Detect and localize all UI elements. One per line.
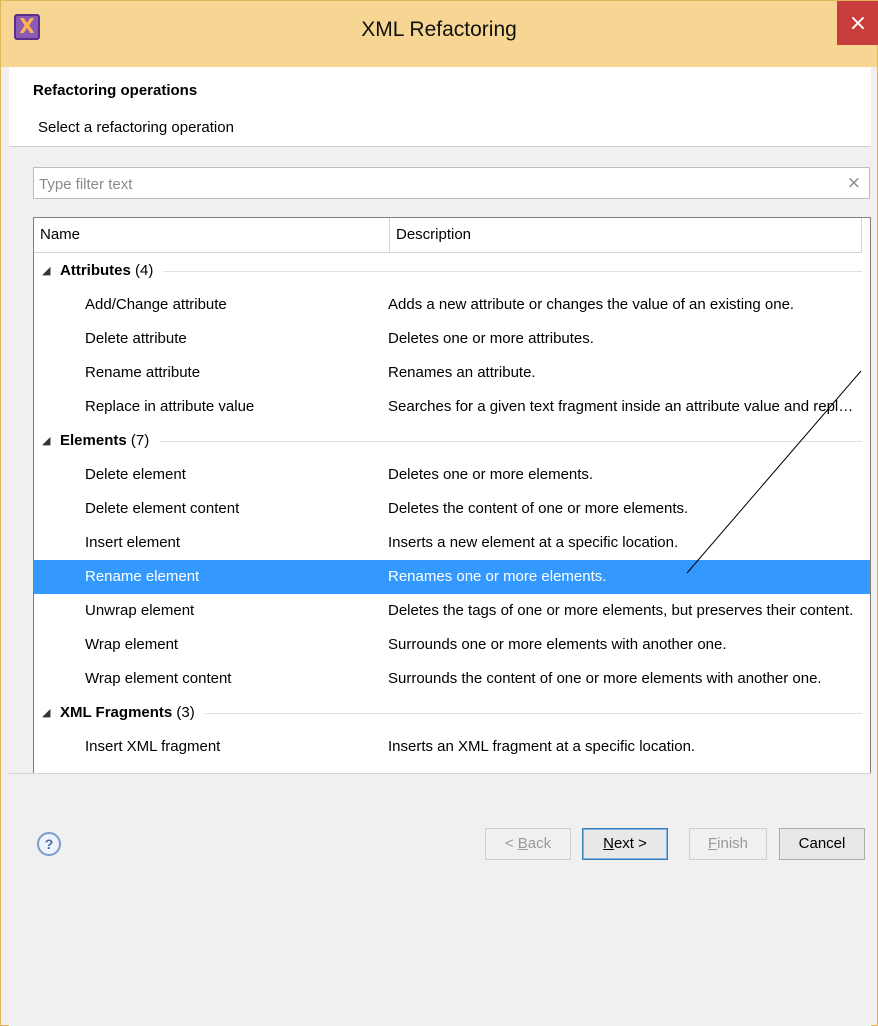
operation-description: Deletes the content of one or more eleme… <box>388 500 689 517</box>
operation-description: Renames an attribute. <box>388 364 536 381</box>
operation-description: Deletes the tags of one or more elements… <box>388 602 854 619</box>
filter-box: × <box>33 167 870 199</box>
table-header: Name Description <box>34 218 862 254</box>
operation-name: Replace in attribute value <box>85 398 255 415</box>
group-title: Attributes <box>60 262 131 279</box>
column-header-name[interactable]: Name <box>34 218 390 252</box>
operation-description: Adds a new attribute or changes the valu… <box>388 296 795 313</box>
operation-name: Insert XML fragment <box>85 738 221 755</box>
group-separator <box>205 713 862 714</box>
table-row[interactable]: Rename element Renames one or more elemen… <box>34 560 870 594</box>
group-count: (7) <box>130 432 150 449</box>
operation-description: Deletes one or more elements. <box>388 466 594 483</box>
finish-button[interactable]: Finish <box>689 828 767 860</box>
table-row[interactable]: Wrap element content Surrounds the conten… <box>34 662 870 696</box>
group-count: (3) <box>176 704 195 721</box>
table-row[interactable]: Delete attribute Deletes one or more attr… <box>34 322 870 356</box>
window-title: XML Refactoring <box>361 18 517 41</box>
group-separator <box>159 441 862 442</box>
operation-description: Surrounds the content of one or more ele… <box>388 670 822 687</box>
table-row[interactable]: Insert element Inserts a new element at a… <box>34 526 870 560</box>
table-row[interactable]: Insert XML fragment Inserts an XML fragme… <box>34 730 870 764</box>
operation-name: Rename element <box>85 568 200 585</box>
operation-description: Surrounds one or more elements with anot… <box>388 636 727 653</box>
title-bar: X XML Refactoring × <box>1 1 878 67</box>
operation-description: Inserts a new element at a specific loca… <box>388 534 679 551</box>
dialog-window: X XML Refactoring × Refactoring operatio… <box>0 0 878 1026</box>
expand-caret-icon[interactable]: ◢ <box>42 696 50 730</box>
operation-description: Renames one or more elements. <box>388 568 607 585</box>
group-row[interactable]: ◢ XML Fragments (3) <box>34 696 870 730</box>
operation-name: Delete attribute <box>85 330 187 347</box>
group-separator <box>163 271 862 272</box>
cancel-button[interactable]: Cancel <box>779 828 865 860</box>
content-area: × Name Description ◢Attributes (4)Add/Ch… <box>9 147 871 835</box>
button-bar: ? < Back Next > Finish Cancel <box>9 774 871 1026</box>
header-divider <box>34 252 862 253</box>
operation-name: Delete element <box>85 466 186 483</box>
column-header-description[interactable]: Description <box>390 218 862 252</box>
back-button[interactable]: < Back <box>485 828 571 860</box>
operation-description: Inserts an XML fragment at a specific lo… <box>388 738 696 755</box>
group-title: XML Fragments <box>60 704 173 721</box>
group-count: (4) <box>135 262 154 279</box>
wizard-header: Refactoring operations Select a refactor… <box>9 67 871 147</box>
table-row[interactable]: Add/Change attribute Adds a new attribute… <box>34 288 870 322</box>
clear-icon[interactable]: × <box>847 173 861 193</box>
operation-description: Searches for a given text fragment insid… <box>388 398 854 415</box>
group-label: XML Fragments (3) <box>60 696 195 730</box>
next-button[interactable]: Next > <box>582 828 668 860</box>
operation-name: Insert element <box>85 534 181 551</box>
header-title: Refactoring operations <box>33 82 198 99</box>
operation-name: Add/Change attribute <box>85 296 227 313</box>
operations-table: Name Description ◢ Attributes (4) Add/Chan… <box>33 217 871 835</box>
group-row[interactable]: ◢ Attributes (4) <box>34 254 870 288</box>
table-rows: ◢ Attributes (4) Add/Change attribute Adds … <box>34 254 870 832</box>
filter-input[interactable] <box>37 173 837 195</box>
operation-name: Wrap element content <box>85 670 232 687</box>
table-row[interactable]: Unwrap element Deletes the tags of one or… <box>34 594 870 628</box>
header-subtitle: Select a refactoring operation <box>38 119 234 136</box>
operation-name: Unwrap element <box>85 602 195 619</box>
group-row[interactable]: ◢ Elements (7) <box>34 424 870 458</box>
table-row[interactable]: Rename attribute Renames an attribute. <box>34 356 870 390</box>
expand-caret-icon[interactable]: ◢ <box>42 254 50 288</box>
group-label: Attributes (4) <box>60 254 153 288</box>
operation-name: Delete element content <box>85 500 240 517</box>
table-row[interactable]: Delete element Deletes one or more elemen… <box>34 458 870 492</box>
operation-description: Deletes one or more attributes. <box>388 330 594 347</box>
group-label: Elements (7) <box>60 424 149 458</box>
expand-caret-icon[interactable]: ◢ <box>42 424 50 458</box>
close-button[interactable]: × <box>837 1 878 45</box>
table-row[interactable]: Delete element content Deletes the conten… <box>34 492 870 526</box>
table-row[interactable]: Wrap element Surrounds one or more elemen… <box>34 628 870 662</box>
help-icon[interactable]: ? <box>37 832 61 856</box>
operation-name: Wrap element <box>85 636 179 653</box>
table-row[interactable]: Replace in attribute value Searches for a… <box>34 390 870 424</box>
operation-name: Rename attribute <box>85 364 201 381</box>
group-title: Elements <box>60 432 127 449</box>
